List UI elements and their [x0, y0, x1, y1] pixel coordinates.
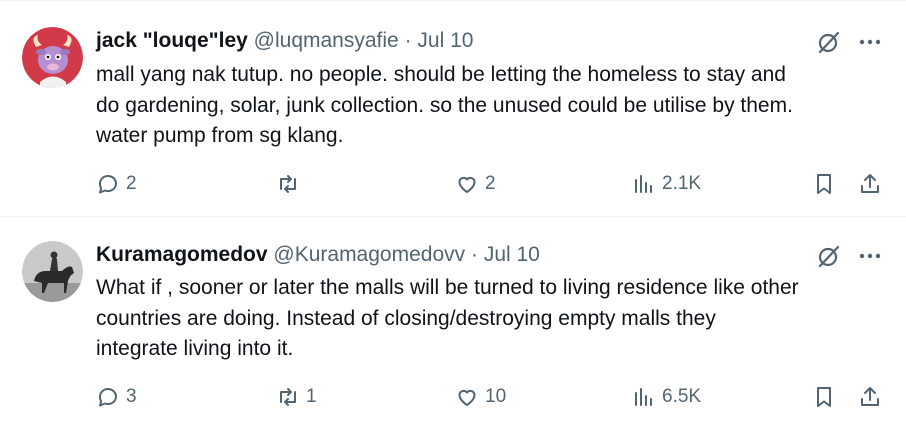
more-icon[interactable] — [856, 242, 884, 270]
reply-count: 3 — [126, 386, 137, 407]
like-icon — [458, 176, 476, 193]
display-name[interactable]: Kuramagomedov — [96, 243, 268, 266]
views-icon — [635, 388, 652, 406]
tweet[interactable]: Kuramagomedov @Kuramagomedovv · Jul 10 W… — [0, 217, 906, 424]
reply-count: 2 — [126, 173, 137, 194]
avatar[interactable] — [22, 241, 83, 302]
reply-button[interactable]: 3 — [96, 383, 137, 411]
like-count: 10 — [485, 386, 507, 407]
top-divider — [0, 0, 906, 1]
like-button[interactable]: 10 — [455, 383, 506, 411]
views-button[interactable]: 2.1K — [632, 170, 701, 198]
bookmark-button[interactable] — [812, 170, 836, 198]
tweet-header: Kuramagomedov @Kuramagomedovv · Jul 10 — [96, 242, 540, 268]
user-handle[interactable]: @Kuramagomedovv — [273, 243, 465, 266]
reply-button[interactable]: 2 — [96, 170, 137, 198]
like-count: 2 — [485, 173, 496, 194]
retweet-icon — [280, 175, 296, 193]
views-count: 2.1K — [662, 173, 702, 194]
reply-icon — [98, 388, 117, 407]
user-handle[interactable]: @luqmansyafie — [254, 29, 399, 52]
grok-icon[interactable] — [815, 242, 843, 270]
share-icon — [861, 387, 879, 406]
retweet-icon — [280, 388, 296, 406]
views-button[interactable]: 6.5K — [632, 383, 701, 411]
share-icon — [861, 174, 879, 193]
share-button[interactable] — [858, 170, 882, 198]
more-icon[interactable] — [856, 28, 884, 56]
views-icon — [635, 175, 652, 193]
tweet-date[interactable]: Jul 10 — [484, 243, 540, 266]
avatar[interactable] — [22, 27, 83, 88]
bookmark-button[interactable] — [812, 383, 836, 411]
share-button[interactable] — [858, 383, 882, 411]
retweet-button[interactable]: 1 — [276, 383, 317, 411]
separator-dot: · — [404, 29, 412, 52]
tweet-date[interactable]: Jul 10 — [417, 29, 473, 52]
views-count: 6.5K — [662, 386, 702, 407]
tweet[interactable]: jack "louqe"ley @luqmansyafie · Jul 10 m… — [0, 2, 906, 216]
tweet-header: jack "louqe"ley @luqmansyafie · Jul 10 — [96, 28, 473, 54]
grok-icon[interactable] — [815, 28, 843, 56]
like-icon — [458, 389, 476, 406]
separator-dot: · — [470, 243, 478, 266]
tweet-text: mall yang nak tutup. no people. should b… — [96, 63, 793, 147]
tweet-text: What if , sooner or later the malls will… — [96, 276, 799, 360]
reply-icon — [98, 175, 117, 194]
bookmark-icon — [817, 387, 831, 407]
retweet-button[interactable] — [276, 170, 306, 198]
display-name[interactable]: jack "louqe"ley — [96, 29, 248, 52]
bookmark-icon — [817, 174, 831, 194]
like-button[interactable]: 2 — [455, 170, 496, 198]
retweet-count: 1 — [306, 386, 317, 407]
